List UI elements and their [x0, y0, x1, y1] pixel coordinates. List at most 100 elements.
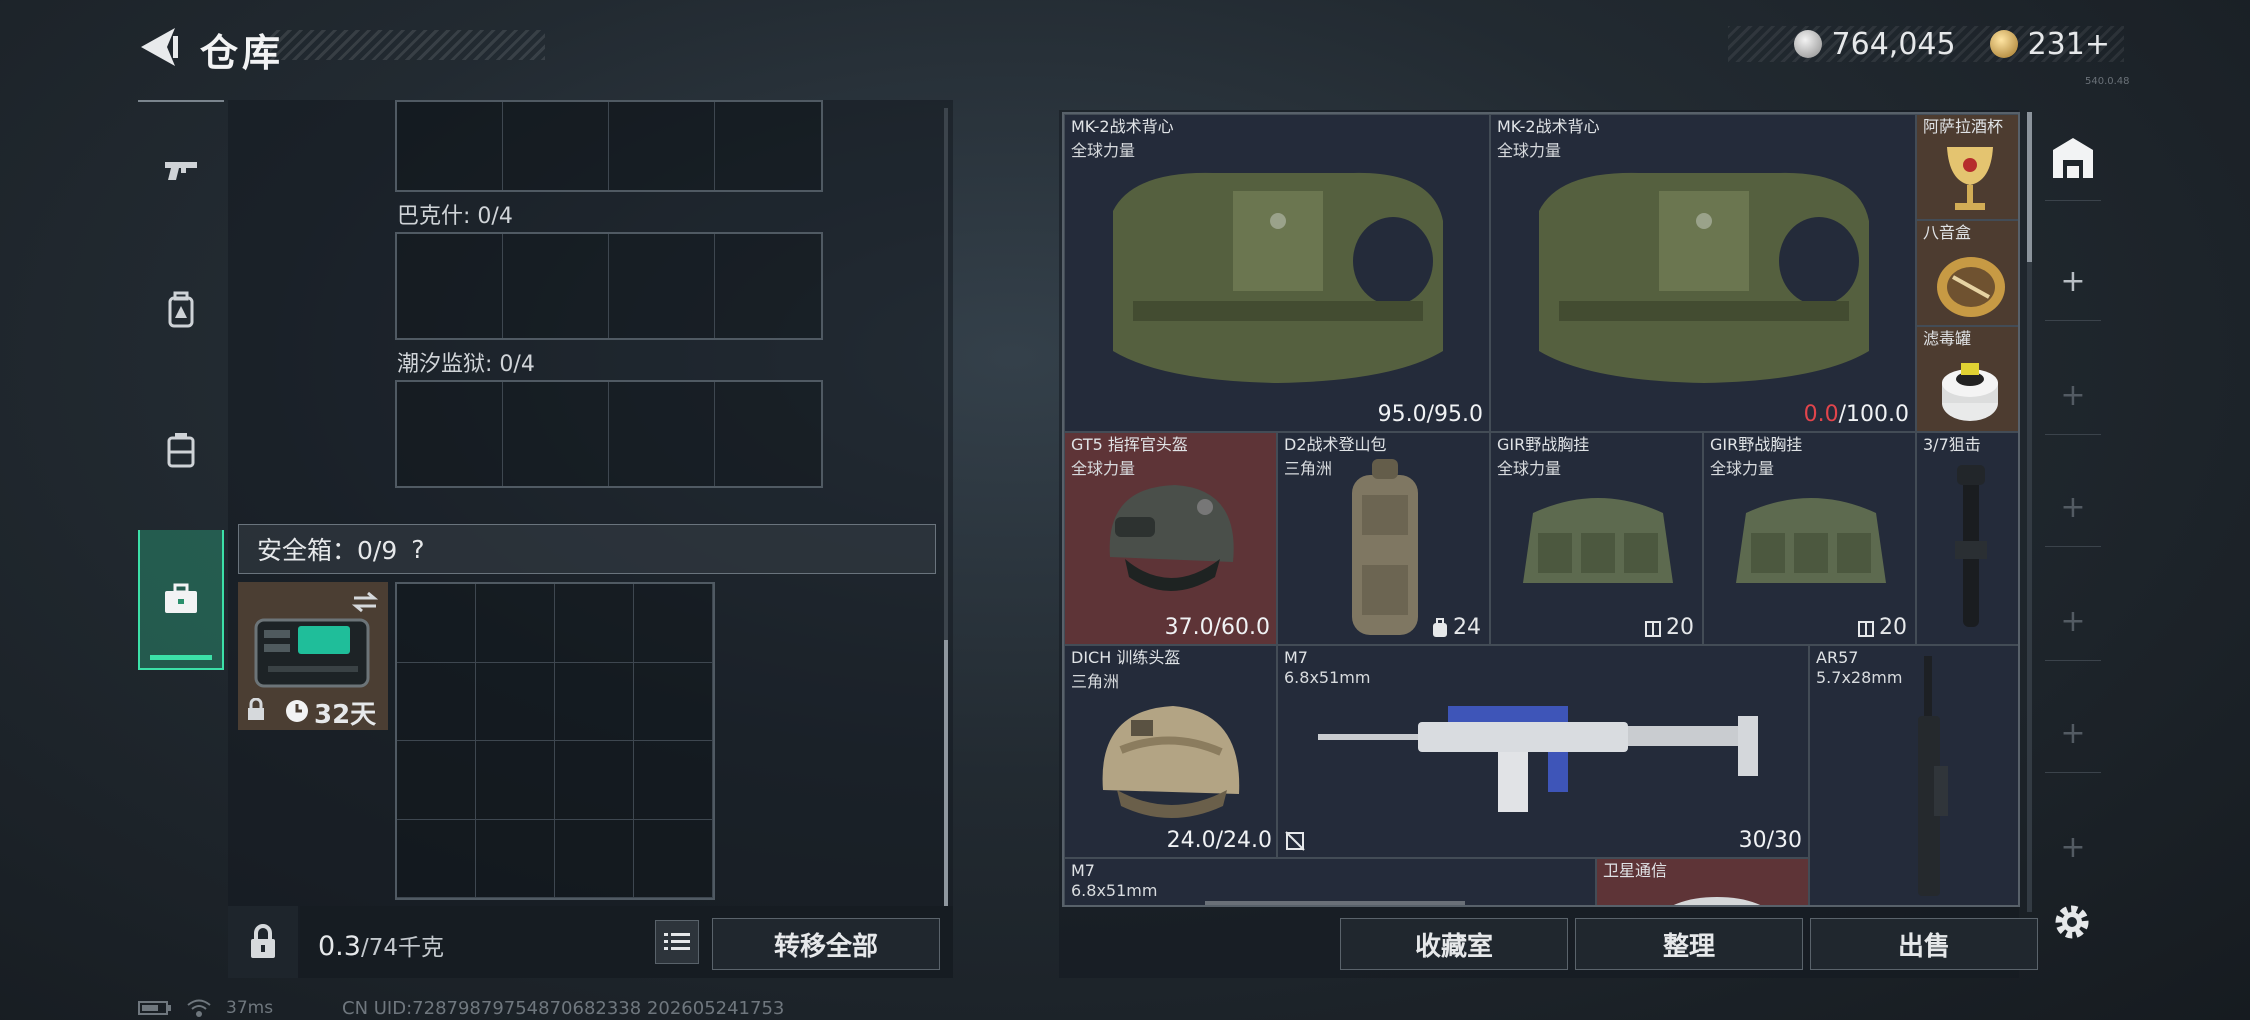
item-vest-1[interactable]: MK-2战术背心 全球力量 95.0/95.0 — [1064, 114, 1490, 432]
container-label-2: 潮汐监狱: 0/4 — [397, 352, 535, 377]
warehouse-icon — [2053, 138, 2093, 178]
item-satellite-comm[interactable]: 卫星通信 — [1596, 858, 1809, 905]
item-music-box[interactable]: 八音盒 — [1916, 220, 2018, 326]
add-page-button-locked: + — [2060, 829, 2086, 865]
item-faction: 全球力量 — [1710, 459, 1775, 478]
currency-bar: 764,045 231+ — [1728, 26, 2124, 62]
item-chest-rig-1[interactable]: GIR野战胸挂 全球力量 20 — [1490, 432, 1703, 645]
item-faction: 三角洲 — [1284, 459, 1333, 478]
clock-icon — [286, 700, 308, 722]
item-goblet[interactable]: 阿萨拉酒杯 — [1916, 114, 2018, 220]
item-name: M7 — [1071, 861, 1095, 880]
item-caliber: 5.7x28mm — [1816, 668, 1903, 687]
back-button[interactable] — [135, 22, 185, 72]
uid-label: CN UID:72879879754870682338 202605241753 — [342, 998, 785, 1019]
tactical-vest-image — [1113, 172, 1443, 383]
gear-icon — [2055, 905, 2089, 939]
title-decoration — [270, 30, 545, 60]
left-scrollbar-thumb[interactable] — [944, 640, 948, 908]
item-name: MK-2战术背心 — [1071, 117, 1174, 136]
side-divider — [2045, 546, 2101, 547]
swap-icon[interactable] — [350, 590, 380, 614]
battery-icon — [138, 1001, 171, 1015]
status-bar: 37ms — [138, 998, 273, 1018]
organize-button[interactable]: 整理 — [1575, 918, 1803, 970]
vest-icon — [167, 433, 195, 468]
item-name: AR57 — [1816, 648, 1859, 667]
item-name: 滤毒罐 — [1923, 329, 1972, 348]
container-label-1: 巴克什: 0/4 — [397, 204, 513, 229]
container-grid-2[interactable] — [395, 380, 823, 488]
item-name: MK-2战术背心 — [1497, 117, 1600, 136]
wifi-icon — [187, 999, 211, 1017]
add-page-button-locked: + — [2060, 603, 2086, 639]
item-name: GT5 指挥官头盔 — [1071, 435, 1188, 454]
pistol-icon — [165, 162, 197, 180]
rifle-image — [1918, 656, 1948, 896]
gold-balance[interactable]: 231+ — [2028, 27, 2110, 62]
tab-safe-box[interactable] — [138, 530, 224, 670]
item-scope[interactable]: 3/7狙击 — [1916, 432, 2018, 645]
page-title: 仓库 — [200, 31, 285, 75]
settings-button[interactable] — [2050, 900, 2094, 944]
item-rifle-ar57[interactable]: AR57 5.7x28mm — [1809, 645, 2018, 905]
item-durability: 95.0/95.0 — [1377, 402, 1483, 427]
helmet-image — [1109, 485, 1234, 591]
music-box-image — [1937, 257, 2005, 317]
lock-icon — [248, 698, 264, 720]
rifle-image — [1318, 706, 1758, 812]
lock-button[interactable] — [228, 906, 298, 978]
toolbox-icon — [165, 583, 197, 613]
tab-armor[interactable] — [138, 380, 224, 520]
item-filter-canister[interactable]: 滤毒罐 — [1916, 326, 2018, 432]
help-icon[interactable]: ? — [411, 535, 424, 564]
no-ammo-icon — [1285, 831, 1305, 851]
scope-image — [1955, 465, 1987, 627]
tab-weapons[interactable] — [138, 100, 224, 240]
rifle-image — [1205, 901, 1465, 905]
warehouse-page-button[interactable] — [2045, 130, 2101, 186]
item-name: GIR野战胸挂 — [1497, 435, 1590, 454]
collection-room-button[interactable]: 收藏室 — [1340, 918, 1568, 970]
list-view-button[interactable] — [655, 920, 699, 964]
gold-coin-icon — [1989, 30, 2018, 58]
padlock-icon — [251, 924, 275, 958]
item-faction: 三角洲 — [1071, 672, 1120, 691]
item-rifle-m7[interactable]: M7 6.8x51mm 30/30 — [1277, 645, 1809, 858]
item-durability: 24.0/24.0 — [1166, 828, 1272, 853]
add-page-button-locked: + — [2060, 715, 2086, 751]
sell-button[interactable]: 出售 — [1810, 918, 2038, 970]
item-vest-2[interactable]: MK-2战术背心 全球力量 0.0/100.0 — [1490, 114, 1916, 432]
tab-equipment[interactable] — [138, 240, 224, 380]
item-rifle-m7-2[interactable]: M7 6.8x51mm — [1064, 858, 1596, 905]
backpack-image — [1352, 459, 1418, 635]
safe-box-grid[interactable] — [395, 582, 715, 900]
safe-box-label: 安全箱：0/9 — [257, 536, 398, 565]
item-chest-rig-2[interactable]: GIR野战胸挂 全球力量 20 — [1703, 432, 1916, 645]
item-capacity: 20 — [1644, 615, 1694, 640]
weight-max: /74千克 — [360, 935, 444, 961]
side-divider — [2045, 320, 2101, 321]
item-helmet-gt5[interactable]: GT5 指挥官头盔 全球力量 37.0/60.0 — [1064, 432, 1277, 645]
add-page-button[interactable]: + — [2058, 264, 2088, 299]
backpack-small-icon — [1433, 617, 1447, 637]
container-grid-1[interactable] — [395, 232, 823, 340]
backpack-icon — [168, 291, 194, 328]
item-name: 八音盒 — [1923, 223, 1972, 242]
side-divider — [2045, 772, 2101, 773]
safe-box-item[interactable]: 32天 — [238, 582, 388, 730]
warehouse-scrollbar-thumb[interactable] — [2027, 112, 2032, 262]
item-durability: 37.0/60.0 — [1164, 615, 1270, 640]
side-divider — [2045, 660, 2101, 661]
safe-box-header: 安全箱：0/9 ? — [238, 524, 936, 574]
transfer-all-button[interactable]: 转移全部 — [712, 918, 940, 970]
silver-balance: 764,045 — [1831, 26, 1956, 62]
item-capacity: 24 — [1431, 615, 1481, 640]
item-faction: 全球力量 — [1497, 459, 1562, 478]
item-backpack-d2[interactable]: D2战术登山包 三角洲 24 — [1277, 432, 1490, 645]
item-name: 阿萨拉酒杯 — [1923, 117, 2004, 136]
item-helmet-dich[interactable]: DICH 训练头盔 三角洲 24.0/24.0 — [1064, 645, 1277, 858]
category-tabs — [138, 100, 224, 670]
container-grid-top[interactable] — [395, 100, 823, 192]
ping-readout: 37ms — [226, 998, 274, 1018]
